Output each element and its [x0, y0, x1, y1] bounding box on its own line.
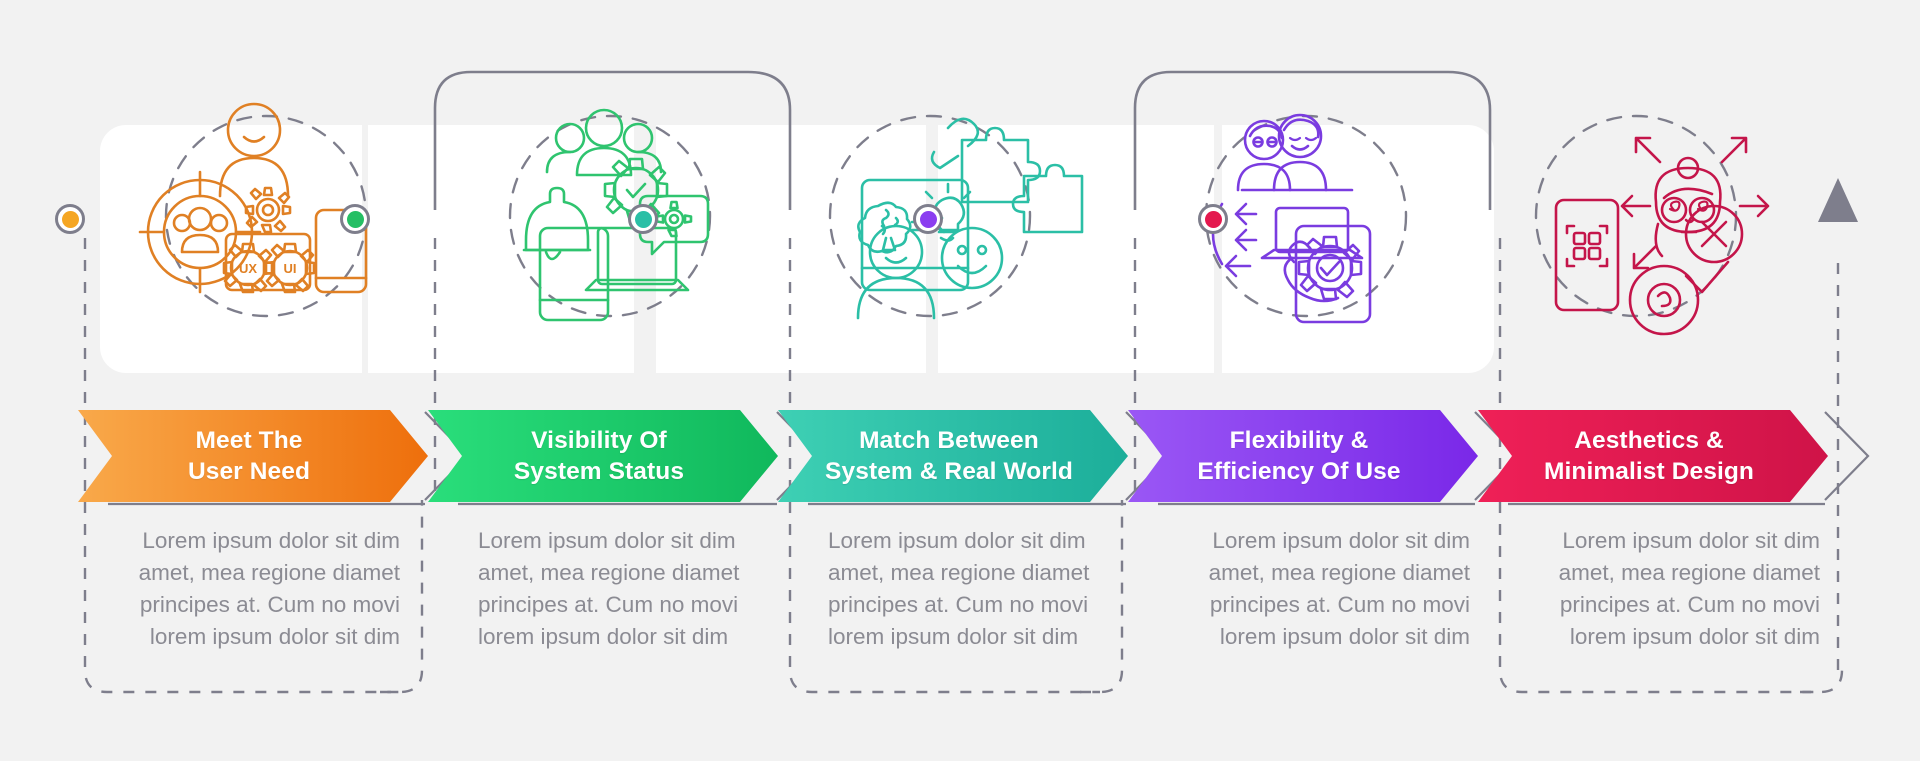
icon-card-2 [368, 125, 634, 373]
icon-group-step-5 [1534, 114, 1770, 336]
step-label-2[interactable]: Visibility Of System Status [428, 410, 778, 502]
icon-card-3 [656, 125, 926, 373]
step-body-2: Lorem ipsum dolor sit dim amet, mea regi… [478, 528, 740, 649]
step-label-1-line2: User Need [187, 458, 311, 485]
timeline-node-1[interactable] [55, 204, 85, 234]
node-core-2 [346, 210, 364, 228]
step-label-2-line2: System Status [513, 458, 685, 485]
step-label-5-line2: Minimalist Design [1544, 458, 1754, 485]
node-core-4 [919, 210, 937, 228]
step-label-3-line1: Match Between [859, 426, 1039, 454]
step-label-3[interactable]: Match Between System & Real World [778, 410, 1128, 502]
step-label-5[interactable]: Aesthetics & Minimalist Design [1478, 410, 1828, 502]
node-core-1 [61, 210, 79, 228]
infographic-canvas: UX UI Meet The User Need Visibility Of S… [0, 0, 1920, 761]
timeline-node-2[interactable] [340, 204, 370, 234]
step-label-1[interactable]: Meet The User Need [78, 410, 428, 502]
step-body-1: Lorem ipsum dolor sit dim amet, mea regi… [138, 528, 400, 649]
icon-card-4 [938, 125, 1214, 373]
timeline-node-4[interactable] [913, 204, 943, 234]
step-body-4: Lorem ipsum dolor sit dim amet, mea regi… [1208, 528, 1470, 649]
icon-card-1 [100, 125, 362, 373]
step-label-1-line1: Meet The [195, 426, 303, 454]
step-body-5: Lorem ipsum dolor sit dim amet, mea regi… [1558, 528, 1820, 649]
step-body-3: Lorem ipsum dolor sit dim amet, mea regi… [828, 528, 1090, 649]
step-label-2-line1: Visibility Of [531, 426, 667, 454]
icon-card-5 [1222, 125, 1494, 373]
step-label-5-line1: Aesthetics & [1574, 426, 1724, 454]
timeline-node-3[interactable] [628, 204, 658, 234]
step-label-3-line2: System & Real World [825, 458, 1073, 485]
step-label-4[interactable]: Flexibility & Efficiency Of Use [1128, 410, 1478, 502]
timeline-node-5[interactable] [1198, 204, 1228, 234]
step-label-4-line1: Flexibility & [1229, 426, 1369, 454]
node-core-3 [634, 210, 652, 228]
node-core-5 [1204, 210, 1222, 228]
step-label-4-line2: Efficiency Of Use [1197, 458, 1401, 485]
end-arrow-icon [1818, 178, 1858, 222]
